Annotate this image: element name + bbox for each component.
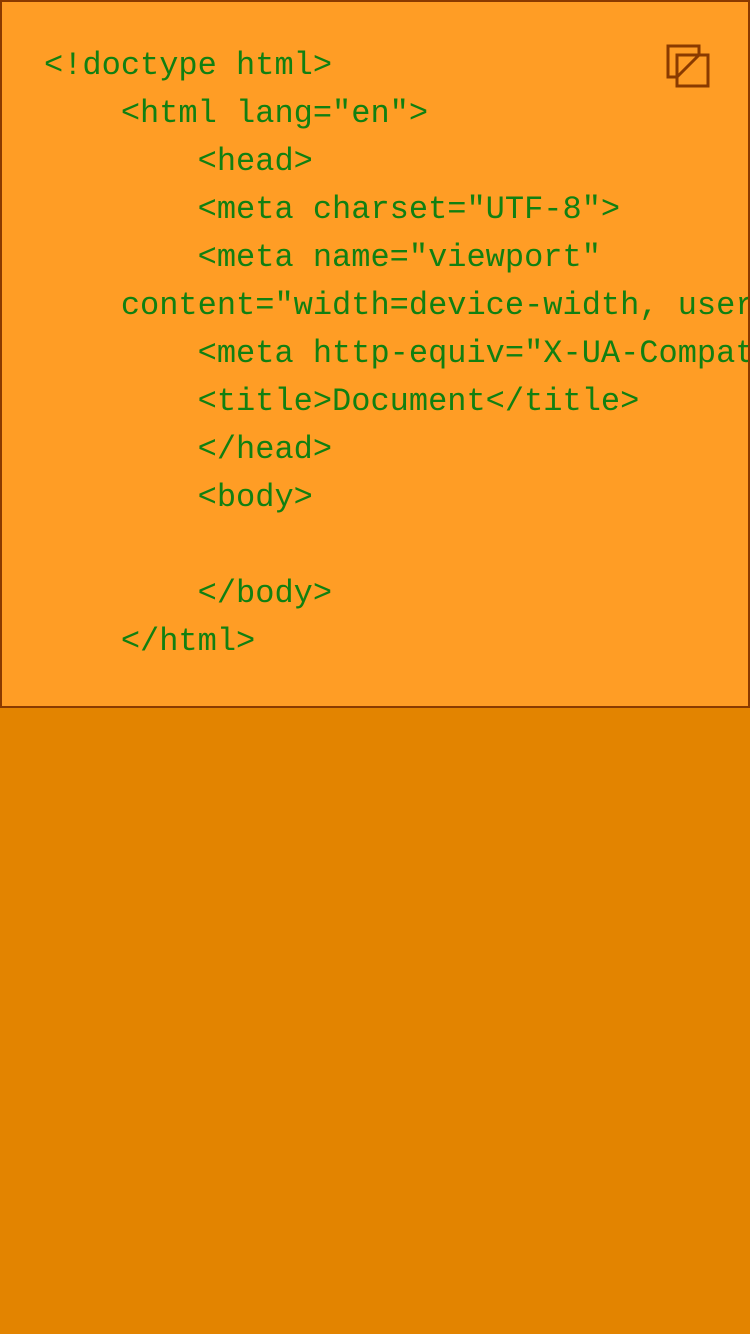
code-block: <!doctype html> <html lang="en"> <head> … — [44, 42, 750, 666]
code-line: <html lang="en"> — [44, 95, 429, 132]
code-line: </html> — [44, 623, 256, 660]
code-line: <meta name="viewport" — [44, 239, 601, 276]
code-card: <!doctype html> <html lang="en"> <head> … — [0, 0, 750, 708]
code-line: </body> — [44, 575, 333, 612]
code-line: <head> — [44, 143, 313, 180]
code-line: <title>Document</title> — [44, 383, 640, 420]
code-line: <meta charset="UTF-8"> — [44, 191, 621, 228]
copy-button[interactable] — [666, 44, 712, 90]
code-line: </head> — [44, 431, 333, 468]
code-line: content="width=device-width, user-scalab… — [120, 287, 750, 324]
code-line: <meta http-equiv="X-UA-Compatible" conte… — [197, 335, 748, 372]
copy-icon — [666, 44, 710, 88]
code-line: <body> — [44, 479, 313, 516]
code-line: <!doctype html> — [44, 47, 333, 84]
